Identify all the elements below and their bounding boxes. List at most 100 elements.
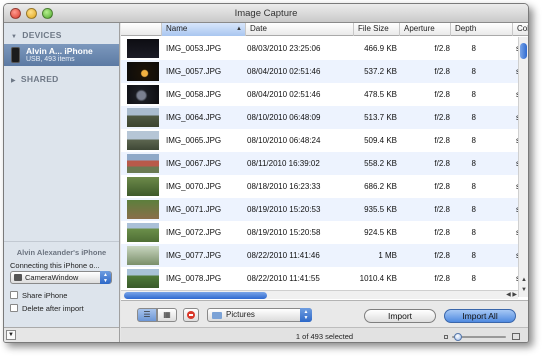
import-button[interactable]: Import [364,309,436,323]
bottom-toolbar: ☰ ▦ Pictures ▲ ▼ Import Import All [121,300,528,327]
cell-aperture: f/2.8 [434,274,450,283]
checkbox-box[interactable] [10,291,18,299]
cell-file-size: 935.5 KB [364,205,397,214]
folder-icon [212,312,222,319]
cell-name: IMG_0065.JPG [166,136,222,145]
cell-aperture: f/2.8 [434,228,450,237]
scroll-down-arrow-icon[interactable]: ▼ [520,287,528,293]
small-thumbnail-icon [444,335,448,339]
column-header-file-size[interactable]: File Size [354,23,400,36]
vertical-scrollbar[interactable]: ▲ ▼ [518,37,528,297]
cell-depth: 8 [471,159,476,168]
table-row[interactable]: IMG_0078.JPG 08/22/2010 11:41:55 1010.4 KB… [121,267,518,290]
cell-name: IMG_0077.JPG [166,251,222,260]
sort-ascending-icon: ▲ [236,26,242,32]
main-content: Name▲ Date File Size Aperture Depth Colo… [121,23,528,342]
table-row[interactable]: IMG_0072.JPG 08/19/2010 15:20:58 924.5 KB f… [121,221,518,244]
cell-file-size: 1010.4 KB [359,274,397,283]
slider-knob[interactable] [454,333,462,341]
delete-icon [187,311,195,319]
image-thumbnail [127,85,159,104]
disclosure-right-icon: ▶ [11,78,16,84]
table-row[interactable]: IMG_0064.JPG 08/10/2010 06:48:09 513.7 KB f… [121,106,518,129]
column-header-name[interactable]: Name ▲ [162,23,246,36]
cell-file-size: 558.2 KB [364,159,397,168]
image-thumbnail [127,154,159,173]
cell-aperture: f/2.8 [434,159,450,168]
cell-date: 08/10/2010 06:48:09 [247,113,321,122]
column-header-thumbnail[interactable] [121,23,162,36]
connect-app-popup[interactable]: CameraWindow ▲ ▼ [10,271,112,284]
list-view-button[interactable]: ☰ [137,308,157,322]
shared-section-header[interactable]: ▶ SHARED [11,74,59,84]
share-iphone-checkbox[interactable]: Share iPhone [10,291,67,300]
table-row[interactable]: IMG_0058.JPG 08/04/2010 02:51:46 478.5 KB f… [121,83,518,106]
cell-file-size: 686.2 KB [364,182,397,191]
window-title: Image Capture [234,8,298,19]
cell-file-size: 478.5 KB [364,90,397,99]
status-bar: 1 of 493 selected [121,327,528,342]
cell-aperture: f/2.8 [434,90,450,99]
cell-depth: 8 [471,228,476,237]
column-header-depth[interactable]: Depth [451,23,513,36]
image-thumbnail [127,39,159,58]
cell-depth: 8 [471,90,476,99]
table-row[interactable]: IMG_0053.JPG 08/03/2010 23:25:06 466.9 KB f… [121,37,518,60]
table-row[interactable]: IMG_0071.JPG 08/19/2010 15:20:53 935.5 KB f… [121,198,518,221]
cell-date: 08/19/2010 15:20:58 [247,228,321,237]
image-thumbnail [127,246,159,265]
sidebar: ▼ DEVICES Alvin A... iPhone USB, 493 item… [4,23,120,342]
cell-file-size: 537.2 KB [364,67,397,76]
cell-name: IMG_0057.JPG [166,67,222,76]
cell-depth: 8 [471,136,476,145]
cell-depth: 8 [471,44,476,53]
popup-arrows-icon: ▲ ▼ [100,271,111,284]
disclosure-down-icon: ▼ [11,34,18,40]
cell-date: 08/11/2010 16:39:02 [247,159,320,168]
vertical-scroll-thumb[interactable] [520,43,527,59]
cell-depth: 8 [471,67,476,76]
table-row[interactable]: IMG_0077.JPG 08/22/2010 11:41:46 1 MB f/2.8… [121,244,518,267]
cell-date: 08/19/2010 15:20:53 [247,205,321,214]
delete-after-import-checkbox[interactable]: Delete after import [10,304,84,313]
delete-button[interactable] [183,308,199,322]
table-row[interactable]: IMG_0065.JPG 08/10/2010 06:48:24 509.4 KB f… [121,129,518,152]
column-header-color[interactable]: Colo [513,23,528,36]
sidebar-footer: ▼ [4,327,119,342]
column-header-date[interactable]: Date [246,23,354,36]
horizontal-scroll-thumb[interactable] [124,292,267,299]
cell-name: IMG_0070.JPG [166,182,222,191]
column-header-aperture[interactable]: Aperture [400,23,451,36]
cell-name: IMG_0067.JPG [166,159,222,168]
cell-name: IMG_0064.JPG [166,113,222,122]
cell-file-size: 924.5 KB [364,228,397,237]
cell-file-size: 513.7 KB [364,113,397,122]
cell-depth: 8 [471,251,476,260]
cell-file-size: 1 MB [378,251,397,260]
table-row[interactable]: IMG_0067.JPG 08/11/2010 16:39:02 558.2 KB f… [121,152,518,175]
grid-view-button[interactable]: ▦ [157,308,177,322]
cell-depth: 8 [471,182,476,191]
table-row[interactable]: IMG_0057.JPG 08/04/2010 02:51:46 537.2 KB f… [121,60,518,83]
image-list: IMG_0053.JPG 08/03/2010 23:25:06 466.9 KB f… [121,37,518,297]
image-thumbnail [127,108,159,127]
import-destination-popup[interactable]: Pictures ▲ ▼ [207,308,312,322]
cell-aperture: f/2.8 [434,67,450,76]
cell-aperture: f/2.8 [434,113,450,122]
grid-view-icon: ▦ [163,310,171,319]
camera-icon [14,274,22,281]
cell-file-size: 466.9 KB [364,44,397,53]
sidebar-item-iphone[interactable]: Alvin A... iPhone USB, 493 items [4,44,119,66]
scroll-left-right-arrows-icon[interactable]: ◀ ▶ [506,291,517,298]
import-all-button[interactable]: Import All [444,309,516,323]
table-header: Name▲ Date File Size Aperture Depth Colo [121,23,528,36]
horizontal-scrollbar[interactable]: ◀ ▶ [121,290,518,299]
image-thumbnail [127,269,159,288]
sidebar-toggle-button[interactable]: ▼ [6,330,16,340]
devices-section-header[interactable]: ▼ DEVICES [11,30,62,40]
checkbox-box[interactable] [10,304,18,312]
thumbnail-size-slider[interactable] [444,333,520,341]
table-row[interactable]: IMG_0070.JPG 08/18/2010 16:23:33 686.2 KB f… [121,175,518,198]
scroll-up-arrow-icon[interactable]: ▲ [520,277,528,283]
cell-aperture: f/2.8 [434,136,450,145]
